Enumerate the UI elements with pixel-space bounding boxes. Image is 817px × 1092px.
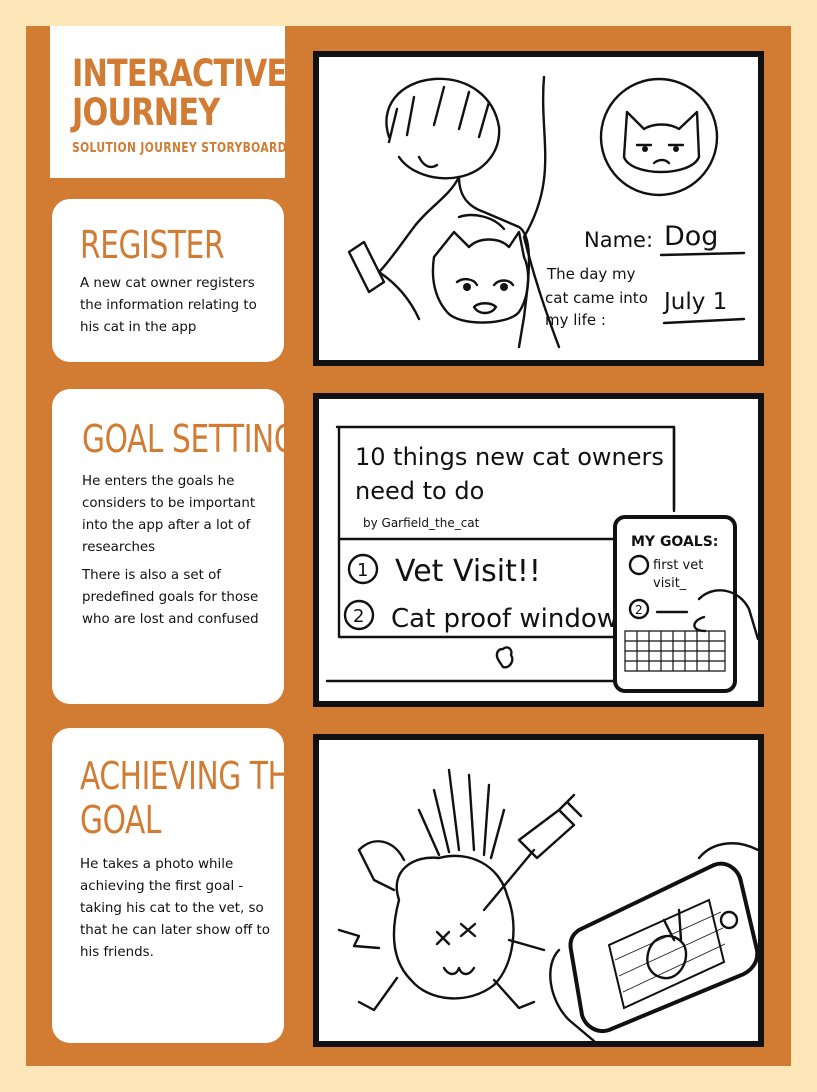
- phone-item-2-number: 2: [635, 603, 643, 617]
- item-2-text: Cat proof windows!: [391, 604, 642, 634]
- person-sketch: [347, 75, 561, 349]
- cat-sketch: [431, 213, 530, 324]
- title-line-2: JOURNEY: [72, 91, 220, 134]
- step-heading-line-2: GOAL: [80, 798, 162, 842]
- sketch-panel-achieving-goal: [313, 734, 764, 1047]
- step-text-secondary: There is also a set of predefined goals …: [82, 568, 259, 627]
- day-label-line-1: The day my: [546, 265, 636, 283]
- phone-item-1-number: 1: [635, 559, 643, 573]
- title-line-1: INTERACTIVE: [72, 52, 287, 95]
- step-heading: REGISTER: [80, 223, 225, 267]
- name-value: Dog: [664, 221, 718, 252]
- step-heading: GOAL SETTING: [82, 417, 297, 461]
- step-card-register: REGISTER A new cat owner registers the i…: [52, 199, 284, 362]
- article-title-line-1: 10 things new cat owners: [355, 443, 664, 471]
- cat-avatar-sketch: [599, 77, 719, 197]
- phone-item-1-line-2: visit_: [653, 576, 687, 591]
- item-1-number: 1: [357, 560, 368, 581]
- item-2-number: 2: [353, 606, 364, 627]
- article-byline: by Garfield_the_cat: [363, 516, 480, 530]
- phone-item-1-line-1: first vet: [653, 558, 703, 573]
- goal-setting-sketch: 10 things new cat owners need to do by G…: [325, 425, 758, 693]
- day-label-line-2: cat came into: [545, 289, 648, 307]
- step-card-goal-setting: GOAL SETTING He enters the goals he cons…: [52, 389, 297, 704]
- startled-cat-sketch: [337, 768, 546, 1012]
- phone-goals-title: MY GOALS:: [631, 534, 718, 550]
- article-title-line-2: need to do: [355, 477, 484, 505]
- achieving-goal-sketch: [337, 768, 758, 1041]
- step-heading-line-1: ACHIEVING THE: [80, 754, 308, 798]
- phone-camera-sketch: [549, 842, 758, 1041]
- item-1-text: Vet Visit!!: [395, 554, 541, 589]
- step-card-achieving-goal: ACHIEVING THE GOAL He takes a photo whil…: [52, 728, 308, 1043]
- step-text: He enters the goals he considers to be i…: [82, 474, 256, 555]
- name-label: Name:: [584, 228, 653, 252]
- subtitle: SOLUTION JOURNEY STORYBOARD: [72, 141, 287, 156]
- sketch-panel-register: Name: Dog The day my cat came into my li…: [313, 51, 764, 366]
- phone-sketch: MY GOALS: 1 first vet visit_ 2: [613, 515, 758, 693]
- step-text: A new cat owner registers the informatio…: [80, 276, 257, 335]
- day-label-line-3: my life :: [545, 311, 606, 329]
- step-text: He takes a photo while achieving the fir…: [80, 857, 270, 960]
- date-value: July 1: [662, 289, 727, 315]
- syringe-sketch: [482, 793, 583, 912]
- register-sketch: Name: Dog The day my cat came into my li…: [347, 75, 746, 349]
- title-box: INTERACTIVE JOURNEY SOLUTION JOURNEY STO…: [50, 26, 287, 178]
- sketch-panel-goal-setting: 10 things new cat owners need to do by G…: [313, 393, 764, 707]
